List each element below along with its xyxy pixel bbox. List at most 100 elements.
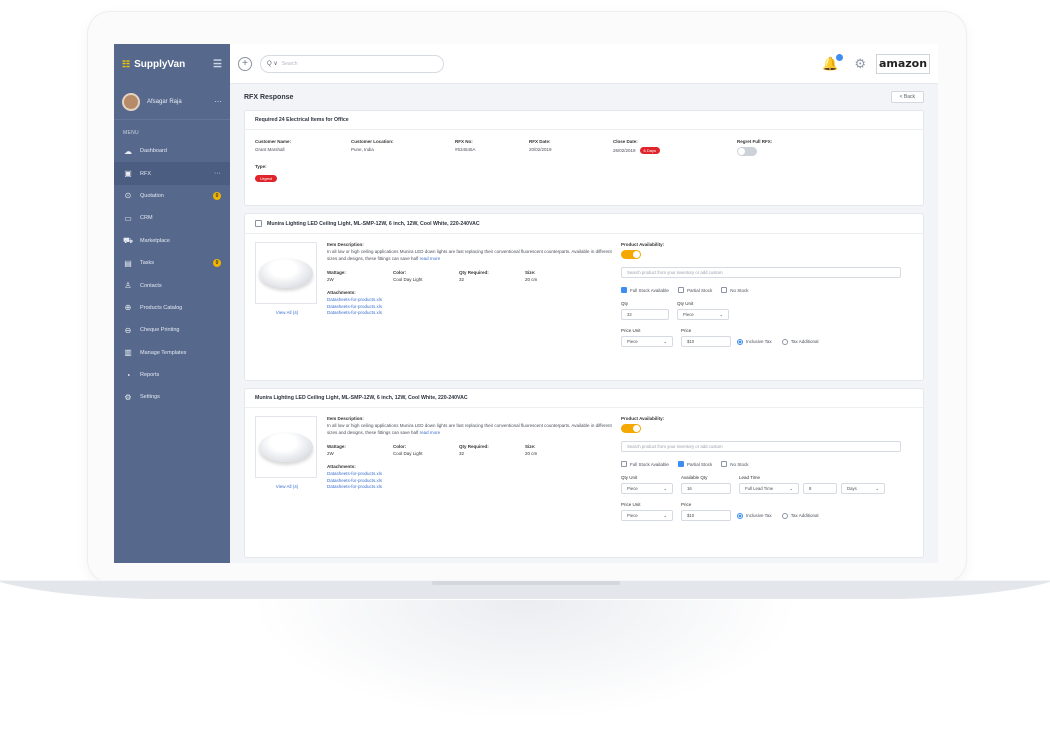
qty-input[interactable]: 32 bbox=[621, 309, 669, 320]
inclusive-tax-radio[interactable] bbox=[737, 512, 743, 519]
partial-stock-option[interactable]: Partial Stock bbox=[677, 287, 713, 293]
no-stock-option[interactable]: No Stock bbox=[721, 287, 748, 293]
price-unit-select[interactable]: Piece ⌄ bbox=[621, 336, 673, 347]
no-stock-checkbox[interactable] bbox=[721, 461, 728, 467]
product-image[interactable] bbox=[255, 242, 317, 304]
read-more-link[interactable]: read more bbox=[420, 256, 441, 261]
sidebar-item-quotation[interactable]: ⊙ Quotation 0 bbox=[114, 185, 230, 207]
qty-spec: Qty Required: 32 bbox=[459, 270, 525, 282]
tax-additional-radio[interactable] bbox=[781, 512, 788, 519]
qty-value: 32 bbox=[459, 277, 465, 282]
qty-unit-select[interactable]: Piece ⌄ bbox=[677, 309, 729, 320]
page-title: RFX Response bbox=[244, 93, 294, 101]
sidebar-item-rfx[interactable]: ▣ RFX ··· bbox=[114, 162, 230, 185]
product-search-input[interactable]: Search product from your inventory or ad… bbox=[621, 267, 901, 278]
availability-column: Product Availability: Search product fro… bbox=[621, 416, 901, 521]
attachment-link[interactable]: Datasheets-for-products.xls bbox=[327, 484, 613, 491]
availability-toggle[interactable] bbox=[621, 250, 641, 259]
sidebar-item-crm[interactable]: ▭ CRM bbox=[114, 207, 230, 229]
more-icon[interactable]: ··· bbox=[214, 97, 222, 106]
lead-time-unit-select[interactable]: Days ⌄ bbox=[841, 483, 885, 494]
inclusive-tax-radio[interactable] bbox=[737, 338, 743, 345]
sidebar-item-manage-templates[interactable]: ▥ Manage Templates bbox=[114, 342, 230, 364]
search-input[interactable]: Q ∨ Search bbox=[260, 54, 444, 73]
add-icon[interactable]: + bbox=[238, 56, 252, 71]
color-value: Cool Day Light bbox=[393, 277, 423, 282]
qty-unit-select[interactable]: Piece ⌄ bbox=[621, 483, 673, 494]
inclusive-tax-option[interactable]: Inclusive Tax bbox=[737, 512, 772, 519]
notification-bell-icon[interactable]: 🔔 bbox=[822, 52, 845, 72]
price-unit-select[interactable]: Piece ⌄ bbox=[621, 510, 673, 521]
full-stock-checkbox[interactable] bbox=[621, 287, 627, 293]
color-label: Color: bbox=[393, 270, 407, 275]
qty-row: Qty Unit Piece ⌄ Available Qty 16 Lead Time… bbox=[621, 475, 901, 494]
lead-time-label: Lead Time bbox=[739, 475, 761, 480]
partial-stock-label: Partial Stock bbox=[686, 287, 713, 293]
sidebar-item-products-catalog[interactable]: ⊕ Products Catalog bbox=[114, 297, 230, 319]
availability-toggle[interactable] bbox=[621, 424, 641, 433]
no-stock-option[interactable]: No Stock bbox=[721, 461, 748, 467]
tax-additional-option[interactable]: Tax Additional bbox=[781, 338, 818, 345]
item-select-checkbox[interactable] bbox=[255, 220, 262, 227]
user-profile[interactable]: Afsagar Raja ··· bbox=[114, 84, 230, 120]
size-spec: Size: 20 cm bbox=[525, 270, 591, 282]
stock-options: Full Stock Available Partial Stock No St… bbox=[621, 461, 901, 467]
rfx-summary-card: Required 24 Electrical Items for Office … bbox=[244, 110, 924, 206]
sidebar-item-settings[interactable]: ⚙ Settings bbox=[114, 386, 230, 408]
tax-additional-radio[interactable] bbox=[781, 338, 788, 345]
more-icon[interactable]: ··· bbox=[214, 170, 221, 177]
partial-stock-checkbox[interactable] bbox=[677, 461, 684, 467]
lead-time-type-value: Full Lead Time bbox=[745, 486, 774, 491]
sidebar-item-label: RFX bbox=[140, 170, 151, 177]
full-stock-label: Full Stock Available bbox=[630, 461, 669, 467]
tax-additional-option[interactable]: Tax Additional bbox=[781, 512, 818, 519]
price-unit-value: Piece bbox=[627, 339, 638, 344]
regret-label: Regret Full RFX: bbox=[737, 139, 773, 144]
qty-unit-cell: Qty Unit Piece ⌄ bbox=[621, 475, 673, 494]
available-qty-input[interactable]: 16 bbox=[681, 483, 731, 494]
partial-stock-option[interactable]: Partial Stock bbox=[677, 461, 712, 467]
sidebar-item-label: Contacts bbox=[140, 282, 162, 289]
search-scope-dropdown[interactable]: Q ∨ bbox=[267, 60, 278, 67]
price-controls: $10 Inclusive Tax Tax Additional bbox=[681, 510, 828, 521]
view-all-link[interactable]: View All (4) bbox=[255, 310, 319, 315]
price-controls: $10 Inclusive Tax Tax Additional bbox=[681, 336, 828, 347]
attachment-link[interactable]: Datasheets-for-products.xls bbox=[327, 310, 613, 317]
product-search-input[interactable]: Search product from your inventory or ad… bbox=[621, 441, 901, 452]
no-stock-checkbox[interactable] bbox=[721, 287, 728, 293]
sidebar-item-cheque-printing[interactable]: ⊖ Cheque Printing bbox=[114, 319, 230, 341]
back-button[interactable]: < Back bbox=[890, 91, 924, 103]
amazon-logo[interactable]: amazon bbox=[876, 53, 930, 74]
sidebar-item-reports[interactable]: ◔ Reports bbox=[114, 364, 230, 386]
sidebar-item-label: CRM bbox=[140, 215, 153, 222]
sidebar-item-tasks[interactable]: ▤ Tasks 0 bbox=[114, 252, 230, 274]
availability-column: Product Availability: Search product fro… bbox=[621, 242, 901, 347]
sidebar-item-dashboard[interactable]: ☁ Dashboard bbox=[114, 140, 230, 162]
partial-stock-checkbox[interactable] bbox=[677, 287, 684, 293]
read-more-link[interactable]: read more bbox=[420, 430, 441, 435]
lead-time-type-select[interactable]: Full Lead Time ⌄ bbox=[739, 483, 799, 494]
full-stock-option[interactable]: Full Stock Available bbox=[621, 461, 669, 467]
lead-time-input[interactable]: 8 bbox=[803, 483, 837, 494]
price-input[interactable]: $10 bbox=[681, 336, 731, 347]
avatar bbox=[122, 92, 140, 111]
regret-toggle[interactable] bbox=[737, 147, 757, 156]
price-input[interactable]: $10 bbox=[681, 510, 731, 521]
sidebar-item-label: Products Catalog bbox=[140, 304, 183, 311]
qty-label: Qty Required: bbox=[459, 444, 489, 449]
full-stock-checkbox[interactable] bbox=[621, 461, 627, 467]
settings-gear-icon[interactable]: ⚙ bbox=[854, 56, 866, 72]
product-image[interactable] bbox=[255, 416, 317, 478]
inclusive-tax-option[interactable]: Inclusive Tax bbox=[737, 338, 772, 345]
days-left-badge: 6 Days bbox=[639, 147, 660, 154]
view-all-link[interactable]: View All (4) bbox=[255, 484, 319, 489]
item-body: View All (4) Item Description: In all lo… bbox=[245, 234, 923, 347]
menu-toggle-icon[interactable]: ☰ bbox=[213, 59, 222, 70]
price-row: Price Unit Piece ⌄ Price $10 Inclusive Tax … bbox=[621, 328, 901, 347]
spec-row: Wattage: 2W Color: Cool Day Light Qty Requ… bbox=[327, 444, 613, 456]
lead-time-unit-value: Days bbox=[847, 486, 857, 491]
full-stock-option[interactable]: Full Stock Available bbox=[621, 287, 669, 293]
customer-location-field: Customer Location: Pune, India bbox=[351, 139, 455, 156]
sidebar-item-marketplace[interactable]: ⛟ Marketplace bbox=[114, 230, 230, 252]
sidebar-item-contacts[interactable]: ♙ Contacts bbox=[114, 274, 230, 296]
